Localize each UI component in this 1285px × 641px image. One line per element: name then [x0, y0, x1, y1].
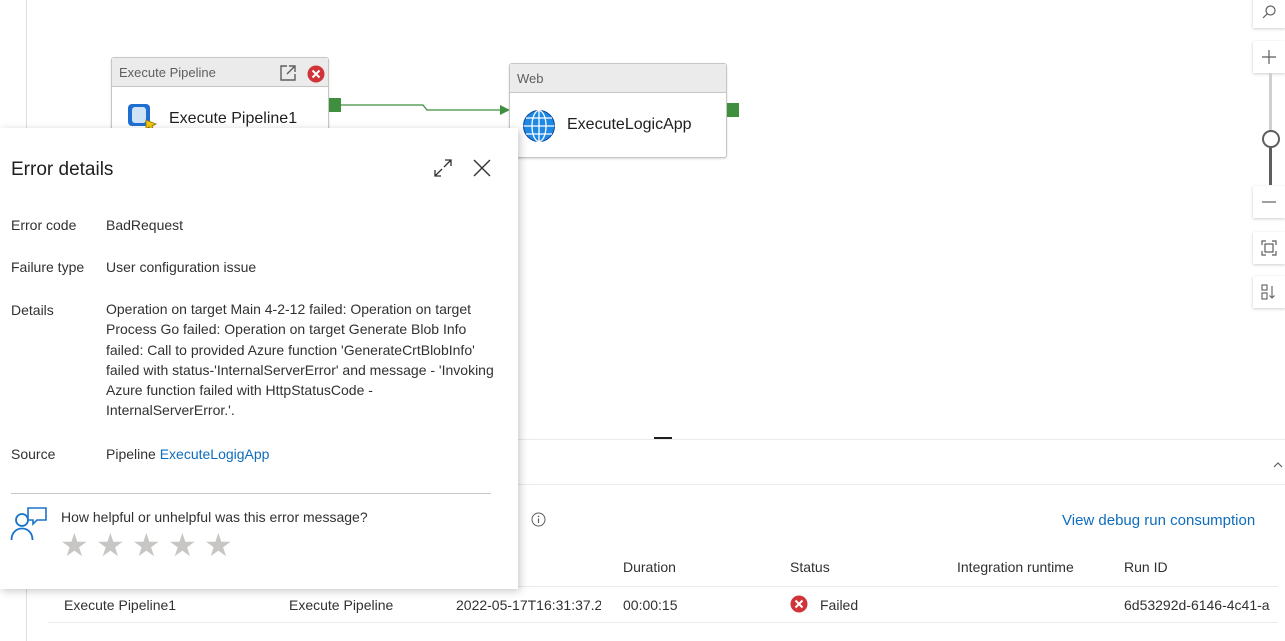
close-icon[interactable] [472, 158, 492, 178]
zoom-out-button[interactable] [1253, 186, 1285, 218]
error-code-value: BadRequest [106, 217, 184, 233]
minus-icon [1262, 201, 1276, 203]
globe-icon [522, 109, 556, 143]
open-external-icon[interactable] [279, 64, 297, 82]
activity-node-header: Web [510, 64, 726, 93]
details-label: Details [11, 302, 54, 318]
activity-name-cell[interactable]: Execute Pipeline1 [64, 597, 176, 613]
info-icon[interactable] [531, 512, 546, 527]
error-status-icon[interactable] [307, 65, 325, 83]
activity-node-web[interactable]: Web ExecuteLogicApp [509, 63, 727, 158]
failed-status-icon[interactable] [790, 595, 808, 613]
error-code-label: Error code [11, 217, 77, 233]
panel-top-divider [518, 439, 1285, 440]
auto-align-button[interactable] [1253, 276, 1285, 308]
source-prefix: Pipeline [106, 446, 156, 462]
column-header-integration-runtime[interactable]: Integration runtime [957, 559, 1074, 575]
details-value: Operation on target Main 4-2-12 failed: … [106, 301, 494, 419]
zoom-slider-thumb[interactable] [1262, 130, 1280, 148]
search-icon [1262, 5, 1276, 19]
flyout-title: Error details [11, 159, 114, 180]
success-connector-arrow[interactable] [341, 98, 511, 118]
feedback-question: How helpful or unhelpful was this error … [61, 509, 368, 525]
activity-type-cell: Execute Pipeline [289, 597, 394, 613]
activity-type-label: Execute Pipeline [119, 65, 216, 80]
feedback-divider [11, 493, 491, 494]
rating-star-3[interactable]: ★ [132, 527, 161, 563]
fit-to-screen-icon [1261, 240, 1277, 256]
source-pipeline-link[interactable]: ExecuteLogigApp [160, 446, 270, 462]
plus-icon [1262, 50, 1276, 64]
source-label: Source [11, 446, 56, 462]
view-debug-run-consumption-link[interactable]: View debug run consumption [1062, 512, 1255, 529]
rating-star-4[interactable]: ★ [168, 527, 197, 563]
activity-type-label: Web [517, 71, 544, 86]
success-output-port[interactable] [329, 98, 341, 112]
chevron-up-icon[interactable] [1272, 458, 1284, 470]
rating-star-1[interactable]: ★ [60, 527, 89, 563]
zoom-slider-track[interactable] [1269, 73, 1272, 185]
run-id-cell: 6d53292d-6146-4c41-a [1124, 597, 1270, 613]
error-details-flyout: Error details Error code BadRequest Fail… [0, 128, 518, 589]
panel-tabs-divider [518, 484, 1285, 485]
failure-type-label: Failure type [11, 259, 85, 275]
zoom-to-fit-button[interactable] [1253, 232, 1285, 264]
rating-star-5[interactable]: ★ [204, 527, 233, 563]
activity-name: ExecuteLogicApp [567, 116, 692, 133]
activity-node-header: Execute Pipeline [112, 58, 328, 87]
run-start-cell: 2022-05-17T16:31:37.2 [456, 597, 601, 613]
search-canvas-button[interactable] [1253, 0, 1285, 28]
status-cell: Failed [820, 597, 859, 613]
activity-name: Execute Pipeline1 [169, 110, 298, 127]
source-value: Pipeline ExecuteLogigApp [106, 446, 269, 462]
column-header-duration[interactable]: Duration [623, 559, 676, 575]
column-header-status[interactable]: Status [790, 559, 830, 575]
auto-align-icon [1261, 284, 1275, 300]
column-header-run-id[interactable]: Run ID [1124, 559, 1168, 575]
failure-type-value: User configuration issue [106, 259, 257, 275]
rating-star-2[interactable]: ★ [96, 527, 125, 563]
duration-cell: 00:00:15 [623, 597, 678, 613]
success-output-port[interactable] [727, 103, 739, 117]
expand-icon[interactable] [433, 158, 453, 178]
zoom-in-button[interactable] [1253, 41, 1285, 73]
feedback-person-icon [10, 506, 48, 542]
